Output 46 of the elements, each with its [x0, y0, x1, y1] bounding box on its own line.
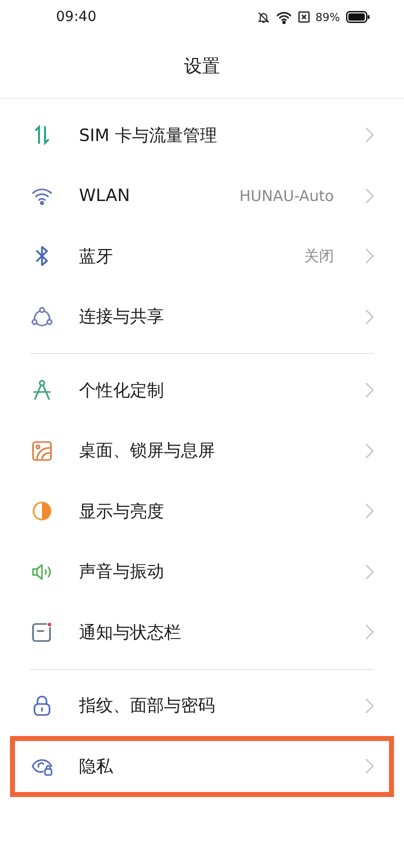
row-label: 桌面、锁屏与息屏	[79, 440, 216, 462]
row-label: WLAN	[79, 186, 132, 206]
row-label: 蓝牙	[79, 246, 114, 268]
settings-row[interactable]: WLAN HUNAU-Auto	[10, 166, 394, 226]
settings-row[interactable]: SIM 卡与流量管理	[10, 105, 394, 166]
row-label: 指纹、面部与密码	[79, 695, 216, 718]
chevron-icon	[365, 503, 374, 520]
chevron-icon	[365, 127, 374, 144]
battery-percent: 89%	[316, 10, 340, 24]
row-label: 连接与共享	[79, 306, 165, 328]
chevron-icon	[365, 442, 374, 459]
row-label: SIM 卡与流量管理	[79, 124, 218, 147]
wifi-icon	[276, 10, 292, 24]
settings-row[interactable]: 指纹、面部与密码	[10, 676, 394, 736]
row-label: 显示与亮度	[79, 500, 165, 523]
chevron-icon	[365, 248, 374, 264]
battery-icon	[346, 11, 370, 23]
chevron-icon	[365, 188, 374, 204]
settings-row[interactable]: 个性化定制	[10, 360, 394, 420]
settings-row[interactable]: 连接与共享	[10, 286, 394, 347]
row-label: 个性化定制	[79, 380, 165, 402]
settings-row[interactable]: 桌面、锁屏与息屏	[10, 420, 394, 481]
contrast-icon	[30, 499, 54, 524]
chevron-icon	[365, 698, 374, 714]
row-label: 声音与振动	[79, 561, 165, 584]
chevron-icon	[365, 308, 374, 325]
page-title: 设置	[184, 55, 220, 78]
row-value: HUNAU-Auto	[239, 186, 334, 205]
chevron-icon	[365, 382, 374, 398]
settings-row[interactable]: 显示与亮度	[10, 481, 394, 542]
bell-muted-icon	[256, 10, 270, 24]
row-label: 通知与状态栏	[79, 622, 182, 644]
settings-row[interactable]: 声音与振动	[10, 542, 394, 602]
clock: 09:40	[56, 9, 96, 25]
row-value: 关闭	[304, 246, 334, 266]
settings-row[interactable]: 蓝牙 关闭	[10, 226, 394, 286]
highlighted-settings-row[interactable]: 隐私	[10, 736, 394, 796]
row-label: 隐私	[79, 756, 114, 778]
chevron-icon	[365, 624, 374, 640]
settings-row[interactable]: 通知与状态栏	[10, 602, 394, 662]
chevron-icon	[365, 564, 374, 580]
notification-icon	[30, 620, 54, 644]
wallpaper-icon	[30, 438, 54, 463]
share-icon	[30, 304, 54, 329]
sim-off-icon	[298, 11, 310, 23]
chevron-icon	[365, 758, 374, 774]
